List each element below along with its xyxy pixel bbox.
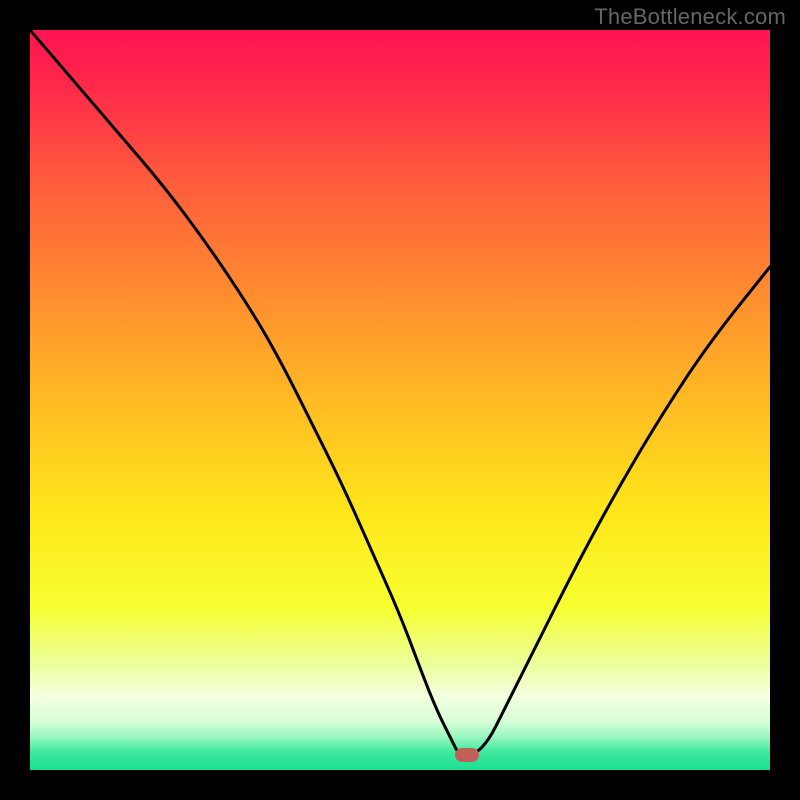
plot-area bbox=[30, 30, 770, 770]
gradient-rect bbox=[30, 30, 770, 770]
plot-svg bbox=[30, 30, 770, 770]
watermark-label: TheBottleneck.com bbox=[594, 4, 786, 30]
chart-frame: TheBottleneck.com bbox=[0, 0, 800, 800]
optimal-point-marker bbox=[455, 748, 479, 762]
